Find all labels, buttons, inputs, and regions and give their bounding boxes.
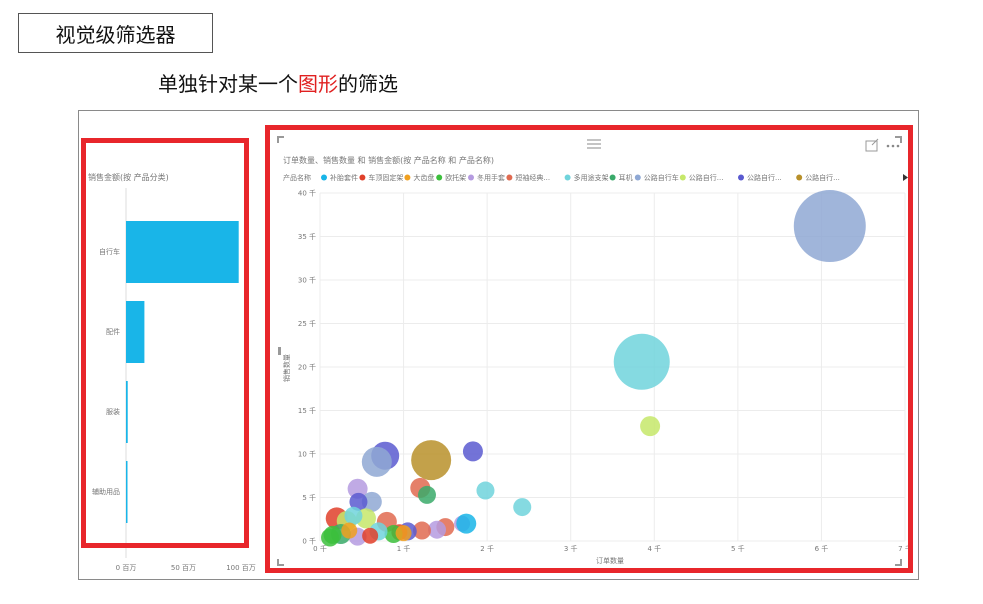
subtitle-post: 的筛选 — [338, 72, 398, 96]
x-tick-label: 0 百万 — [116, 564, 137, 572]
page-title: 视觉级筛选器 — [55, 22, 176, 47]
subtitle-pre: 单独针对某一个 — [158, 72, 298, 96]
page-title-box: 视觉级筛选器 — [18, 13, 213, 53]
highlight-frame-right — [265, 125, 913, 573]
subtitle-highlight: 图形 — [298, 72, 338, 96]
subtitle: 单独针对某一个图形的筛选 — [158, 68, 398, 97]
highlight-frame-left — [81, 138, 249, 548]
x-tick-label: 50 百万 — [171, 564, 196, 572]
x-tick-label: 100 百万 — [226, 564, 256, 572]
